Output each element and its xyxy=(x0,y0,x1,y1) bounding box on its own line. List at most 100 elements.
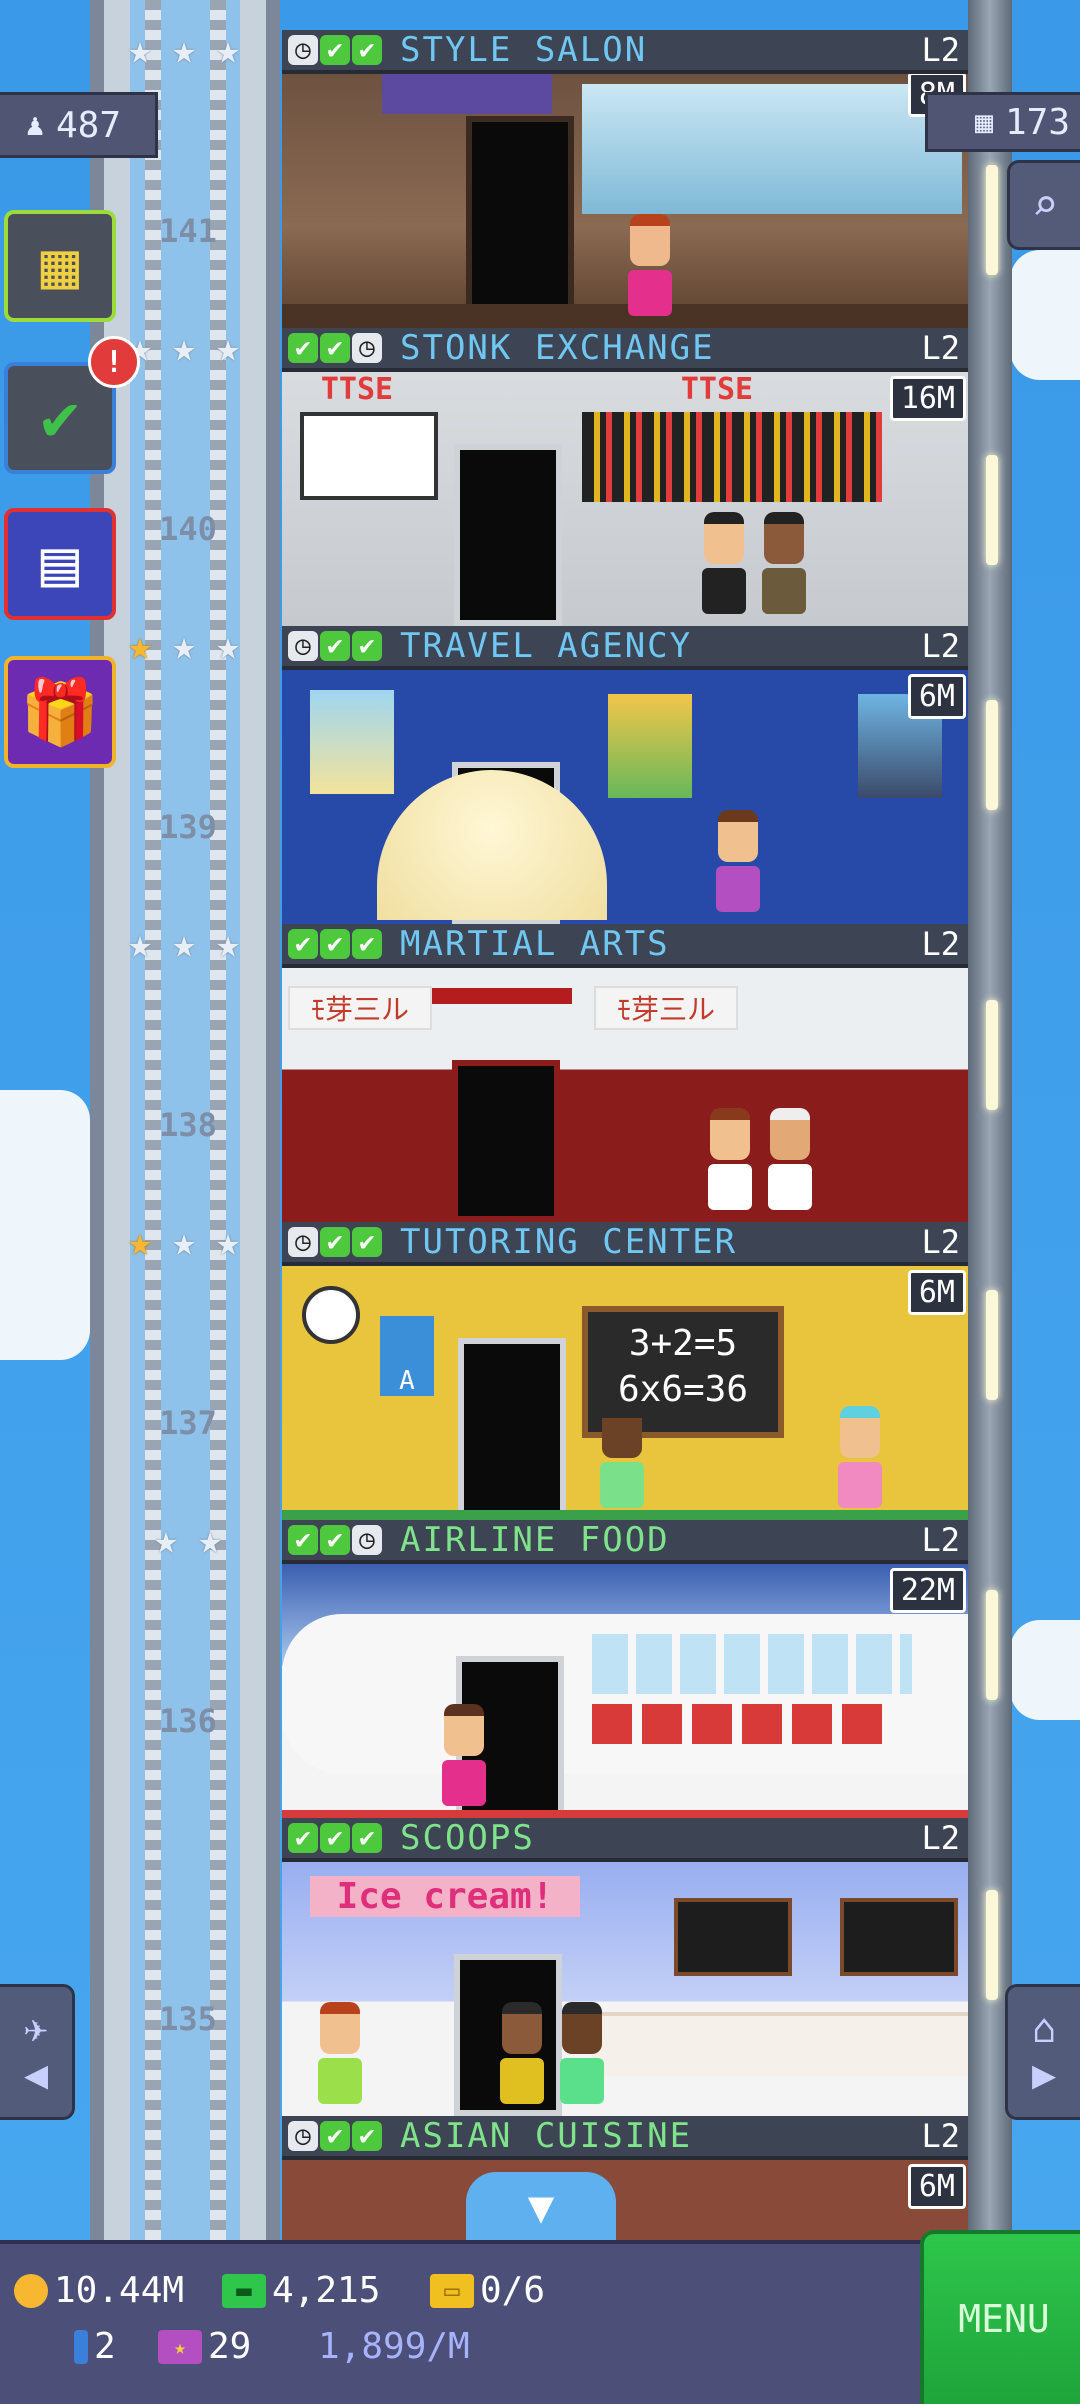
bux-stat[interactable]: ▬ 4,215 xyxy=(222,2270,380,2311)
floor-name: STONK EXCHANGE xyxy=(400,328,715,368)
check-icon: ✔ xyxy=(320,929,350,959)
cloud xyxy=(0,1090,90,1360)
room-value-badge: 6M xyxy=(907,674,966,719)
home-icon: ⌂ xyxy=(1031,2006,1057,2052)
visitors-nav-button[interactable]: ✈ ◀ xyxy=(0,1984,75,2120)
room-interior[interactable]: 8M xyxy=(282,74,968,328)
coins-value: 10.44M xyxy=(54,2270,185,2311)
person-body xyxy=(442,1760,486,1806)
room-value-badge: 6M xyxy=(907,2164,966,2209)
dojo-banner: ﾓ芽三ル xyxy=(288,986,432,1030)
ice-cream-counter xyxy=(592,2012,968,2076)
student[interactable] xyxy=(768,1108,812,1210)
star-rating: ★ ★ xyxy=(146,1520,230,1564)
floor-number: 139 xyxy=(159,808,217,846)
vip-stat[interactable]: ★ 29 xyxy=(158,2326,251,2367)
floor-asian-cuisine[interactable]: ◷ ✔ ✔ ASIAN CUISINE L2 6M xyxy=(282,2116,968,2240)
person-head xyxy=(502,2002,542,2054)
student[interactable] xyxy=(600,1406,644,1508)
menu-button[interactable]: MENU xyxy=(920,2230,1080,2404)
floor-number: 137 xyxy=(159,1404,217,1442)
room-interior[interactable]: 6M xyxy=(282,670,968,924)
student[interactable] xyxy=(708,1108,752,1210)
person-head xyxy=(602,1406,642,1458)
floor-header: ✔ ✔ ✔ SCOOPS L2 xyxy=(282,1818,968,1862)
room-interior[interactable]: A 3+2=5 6x6=36 6M xyxy=(282,1266,968,1520)
floor-travel-agency[interactable]: ◷ ✔ ✔ TRAVEL AGENCY L2 6M xyxy=(282,626,968,924)
salon-counter xyxy=(282,304,968,328)
calendar-button[interactable]: ▤ xyxy=(4,508,116,620)
customer[interactable] xyxy=(628,214,672,316)
bottom-resource-bar xyxy=(0,2240,1080,2404)
person-body xyxy=(560,2058,604,2104)
star-icon: ★ xyxy=(127,921,153,967)
floor-stonk-exchange[interactable]: ✔ ✔ ◷ STONK EXCHANGE L2 TTSE TTSE 16M xyxy=(282,328,968,626)
room-interior[interactable]: ﾓ芽三ル ﾓ芽三ル xyxy=(282,968,968,1222)
floor-scoops[interactable]: ✔ ✔ ✔ SCOOPS L2 Ice cream! xyxy=(282,1818,968,2116)
population-value: 487 xyxy=(56,104,122,146)
floor-level: L2 xyxy=(921,1521,960,1559)
room-interior[interactable]: Ice cream! xyxy=(282,1862,968,2116)
room-value-badge: 6M xyxy=(907,1270,966,1315)
stock-status: ◷ ✔ ✔ xyxy=(288,1227,382,1257)
person-head xyxy=(320,2002,360,2054)
arrow-left-icon: ◀ xyxy=(23,2052,49,2098)
customer[interactable] xyxy=(560,2002,604,2104)
trader[interactable] xyxy=(702,512,746,614)
trader[interactable] xyxy=(762,512,806,614)
floor-martial-arts[interactable]: ✔ ✔ ✔ MARTIAL ARTS L2 ﾓ芽三ル ﾓ芽三ル xyxy=(282,924,968,1222)
room-interior[interactable]: 6M xyxy=(282,2160,968,2240)
person-head xyxy=(562,2002,602,2054)
person-head xyxy=(630,214,670,266)
stock-status: ◷ ✔ ✔ xyxy=(288,35,382,65)
person-head xyxy=(710,1108,750,1160)
floor-style-salon[interactable]: ◷ ✔ ✔ STYLE SALON L2 8M xyxy=(282,30,968,328)
star-rating: ★ ★ ★ xyxy=(120,1222,248,1266)
vip-value: 29 xyxy=(208,2326,252,2367)
customer[interactable] xyxy=(442,1704,486,1806)
elevator-stat[interactable]: 2 xyxy=(74,2326,116,2367)
customer[interactable] xyxy=(318,2002,362,2104)
student[interactable] xyxy=(838,1406,882,1508)
building-icon: ▦ xyxy=(974,104,993,140)
search-button[interactable]: ⌕ xyxy=(1007,160,1080,250)
floor-tutoring-center[interactable]: ◷ ✔ ✔ TUTORING CENTER L2 A 3+2=5 6x6=36 … xyxy=(282,1222,968,1520)
agent[interactable] xyxy=(716,810,760,912)
check-icon: ✔ xyxy=(352,929,382,959)
room-interior[interactable]: 22M xyxy=(282,1564,968,1818)
floor-name: STYLE SALON xyxy=(400,30,648,70)
door xyxy=(454,444,562,626)
stock-status: ✔ ✔ ◷ xyxy=(288,1525,382,1555)
floor-level: L2 xyxy=(921,627,960,665)
lobby-nav-button[interactable]: ⌂ ▶ xyxy=(1005,1984,1080,2120)
person-body xyxy=(628,270,672,316)
star-icon: ★ xyxy=(215,1219,241,1265)
frame-light xyxy=(986,1890,998,2000)
scroll-down-button[interactable]: ▼ xyxy=(466,2172,616,2242)
floor-airline-food[interactable]: ✔ ✔ ◷ AIRLINE FOOD L2 22M xyxy=(282,1520,968,1818)
frame-light xyxy=(986,700,998,810)
gift-button[interactable]: 🎁 xyxy=(4,656,116,768)
person-head xyxy=(718,810,758,862)
clock-icon: ◷ xyxy=(288,1227,318,1257)
check-icon: ✔ xyxy=(288,929,318,959)
parachute-gift-drop[interactable] xyxy=(377,770,607,920)
check-icon: ✔ xyxy=(352,1227,382,1257)
coins-stat[interactable]: 10.44M xyxy=(14,2270,184,2311)
build-floor-button[interactable]: ▦ xyxy=(4,210,116,322)
dojo-banner: ﾓ芽三ル xyxy=(594,986,738,1030)
floors-counter[interactable]: ▦ 173 xyxy=(925,92,1080,152)
star-icon: ★ xyxy=(171,325,197,371)
menu-board xyxy=(674,1898,792,1976)
person-body xyxy=(762,568,806,614)
population-counter[interactable]: ♟ 487 xyxy=(0,92,158,158)
check-icon: ✔ xyxy=(320,1823,350,1853)
floors-value: 173 xyxy=(1004,101,1070,143)
tickets-stat[interactable]: ▭ 0/6 xyxy=(430,2270,545,2311)
room-interior[interactable]: TTSE TTSE 16M xyxy=(282,372,968,626)
star-icon: ★ xyxy=(215,921,241,967)
person-body xyxy=(500,2058,544,2104)
customer[interactable] xyxy=(500,2002,544,2104)
check-icon: ✔ xyxy=(352,35,382,65)
floor-number: 141 xyxy=(159,212,217,250)
